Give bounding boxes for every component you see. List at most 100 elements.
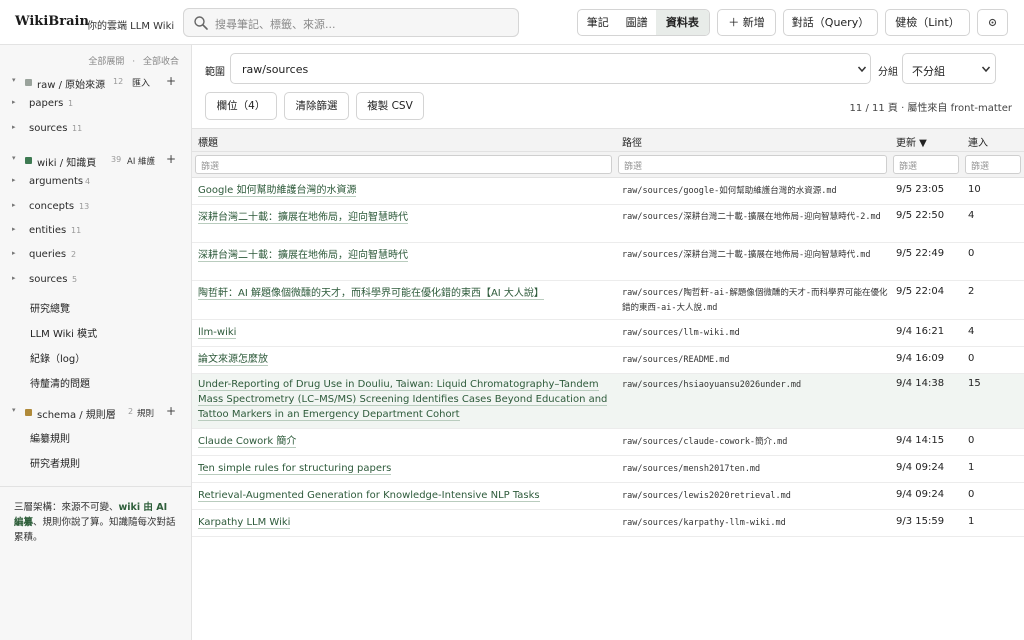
group-color-swatch <box>25 409 32 416</box>
tab-graph[interactable]: 圖譜 <box>617 10 655 35</box>
sidebar-item-wiki-sources[interactable]: ▸ sources 5 <box>0 271 192 291</box>
table-row[interactable]: Retrieval-Augmented Generation for Knowl… <box>192 483 1024 510</box>
row-title-text: Retrieval-Augmented Generation for Knowl… <box>198 490 540 502</box>
table-row-highlighted[interactable]: Under-Reporting of Drug Use in Douliu, T… <box>192 374 1024 429</box>
import-link[interactable]: 匯入 <box>132 76 150 89</box>
title-filter-input[interactable]: 篩選 <box>195 155 612 174</box>
row-path: raw/sources/google-如何幫助維護台灣的水資源.md <box>622 186 837 196</box>
sidebar-item-arguments[interactable]: ▸ arguments 4 <box>0 173 192 193</box>
lint-button[interactable]: 健檢（Lint） <box>885 9 970 36</box>
path-filter-input[interactable]: 篩選 <box>618 155 887 174</box>
sidebar-page-llm-wiki-mode[interactable]: LLM Wiki 模式 <box>30 325 97 340</box>
table-row[interactable]: 深耕台灣二十載：擴展在地佈局，迎向智慧時代 raw/sources/深耕台灣二十… <box>192 243 1024 281</box>
add-button[interactable]: ＋ 新增 <box>717 9 776 36</box>
sidebar-group-raw[interactable]: ▾ raw / 原始來源 12 匯入 + <box>0 73 192 93</box>
row-updated: 9/4 09:24 <box>896 462 945 473</box>
row-title-link[interactable]: 深耕台灣二十載：擴展在地佈局，迎向智慧時代 <box>198 248 610 263</box>
sidebar-item-raw-sources[interactable]: ▸ sources 11 <box>0 120 192 140</box>
architecture-note: 三層架構：來源不可變、wiki 由 AI 編纂、規則你說了算。知識隨每次對話累積… <box>14 500 179 545</box>
group-select[interactable]: 不分組 <box>902 53 996 84</box>
clear-filters-button[interactable]: 清除篩選 <box>284 92 349 120</box>
chevron-right-icon: ▸ <box>12 225 16 233</box>
row-updated: 9/4 16:21 <box>896 326 945 337</box>
table-row[interactable]: Claude Cowork 簡介 raw/sources/claude-cowo… <box>192 429 1024 456</box>
search-input[interactable]: 搜尋筆記、標籤、來源... <box>183 8 519 37</box>
sidebar-page-research-overview[interactable]: 研究總覽 <box>30 300 70 315</box>
row-links: 0 <box>968 353 975 364</box>
column-header-title[interactable]: 標題 <box>198 134 218 149</box>
sidebar-item-entities[interactable]: ▸ entities 11 <box>0 222 192 242</box>
row-title-link[interactable]: Karpathy LLM Wiki <box>198 515 610 530</box>
settings-button[interactable] <box>977 9 1008 36</box>
table-row[interactable]: Ten simple rules for structuring papers … <box>192 456 1024 483</box>
filter-placeholder: 篩選 <box>624 162 643 172</box>
updated-filter-input[interactable]: 篩選 <box>893 155 959 174</box>
sidebar-item-papers[interactable]: ▸ papers 1 <box>0 95 192 115</box>
add-icon[interactable]: + <box>166 152 176 166</box>
fields-button[interactable]: 欄位（4） <box>205 92 277 120</box>
column-header-updated[interactable]: 更新 ▼ <box>896 134 927 149</box>
expand-all-link[interactable]: 全部展開 <box>88 57 124 67</box>
row-title-text: Google 如何幫助維護台灣的水資源 <box>198 185 357 197</box>
table-row[interactable]: 陶哲軒：AI 解題像個微醺的天才，而科學界可能在優化錯的東西【AI 大人說】 r… <box>192 281 1024 320</box>
row-title-link[interactable]: Google 如何幫助維護台灣的水資源 <box>198 183 610 198</box>
row-title-link[interactable]: llm-wiki <box>198 325 610 340</box>
sidebar-item-count: 11 <box>72 124 83 133</box>
table-row[interactable]: llm-wiki raw/sources/llm-wiki.md 9/4 16:… <box>192 320 1024 347</box>
chevron-right-icon: ▸ <box>12 249 16 257</box>
sidebar-page-log[interactable]: 紀錄（log） <box>30 350 85 365</box>
row-title-link[interactable]: Retrieval-Augmented Generation for Knowl… <box>198 488 610 503</box>
table-row[interactable]: Karpathy LLM Wiki raw/sources/karpathy-l… <box>192 510 1024 537</box>
sidebar-item-concepts[interactable]: ▸ concepts 13 <box>0 198 192 218</box>
row-title-link[interactable]: Under-Reporting of Drug Use in Douliu, T… <box>198 377 610 422</box>
column-header-links[interactable]: 連入 <box>968 134 988 149</box>
row-path: raw/sources/陶哲軒-ai-解題像個微醺的天才-而科學界可能在優化錯的… <box>622 288 888 313</box>
row-updated: 9/5 22:04 <box>896 286 945 297</box>
sidebar-group-count: 39 <box>111 155 122 164</box>
rules-link[interactable]: 規則 <box>137 407 154 419</box>
app-logo[interactable]: WikiBrain <box>15 14 89 29</box>
row-path: raw/sources/karpathy-llm-wiki.md <box>622 518 786 528</box>
row-path: raw/sources/lewis2020retrieval.md <box>622 491 791 501</box>
collapse-all-link[interactable]: 全部收合 <box>143 57 179 67</box>
add-icon[interactable]: + <box>166 74 176 88</box>
sidebar-group-label: wiki / 知識頁 <box>37 158 97 169</box>
sidebar-item-count: 4 <box>85 177 91 186</box>
table-row[interactable]: Google 如何幫助維護台灣的水資源 raw/sources/google-如… <box>192 178 1024 205</box>
row-updated: 9/4 14:38 <box>896 378 945 389</box>
ai-maintain-link[interactable]: AI 維護 <box>127 155 155 167</box>
sidebar-divider <box>0 486 191 487</box>
row-title-link[interactable]: 深耕台灣二十載：擴展在地佈局，迎向智慧時代 <box>198 210 610 225</box>
row-updated: 9/5 23:05 <box>896 184 945 195</box>
scope-select[interactable]: raw/sources <box>230 53 871 84</box>
sidebar-group-wiki[interactable]: ▾ wiki / 知識頁 39 AI 維護 + <box>0 151 192 171</box>
sidebar-item-label: arguments <box>29 176 84 187</box>
row-title-link[interactable]: Claude Cowork 簡介 <box>198 434 610 449</box>
sidebar-page-open-questions[interactable]: 待釐清的問題 <box>30 375 90 390</box>
sidebar-group-schema[interactable]: ▾ schema / 規則層 2 規則 + <box>0 403 192 423</box>
row-title-link[interactable]: 陶哲軒：AI 解題像個微醺的天才，而科學界可能在優化錯的東西【AI 大人說】 <box>198 286 610 301</box>
row-title-link[interactable]: Ten simple rules for structuring papers <box>198 461 610 476</box>
tab-datatable[interactable]: 資料表 <box>655 10 709 35</box>
links-filter-input[interactable]: 篩選 <box>965 155 1021 174</box>
row-links: 2 <box>968 286 975 297</box>
table-row[interactable]: 深耕台灣二十載：擴展在地佈局，迎向智慧時代 raw/sources/深耕台灣二十… <box>192 205 1024 243</box>
sidebar-item-label: papers <box>29 98 64 109</box>
query-button[interactable]: 對話（Query） <box>783 9 878 36</box>
tab-notes[interactable]: 筆記 <box>578 10 617 35</box>
row-links: 1 <box>968 462 975 473</box>
sidebar-page-compile-rules[interactable]: 編纂規則 <box>30 430 70 445</box>
table-row[interactable]: 論文來源怎麼放 raw/sources/README.md 9/4 16:09 … <box>192 347 1024 374</box>
sidebar-item-queries[interactable]: ▸ queries 2 <box>0 246 192 266</box>
filter-row: 篩選 篩選 篩選 篩選 <box>192 152 1024 178</box>
chevron-right-icon: ▸ <box>12 201 16 209</box>
row-title-link[interactable]: 論文來源怎麼放 <box>198 352 610 367</box>
sidebar-page-researcher-rules[interactable]: 研究者規則 <box>30 455 80 470</box>
row-links: 10 <box>968 184 981 195</box>
column-header-path[interactable]: 路徑 <box>622 134 642 149</box>
copy-csv-button[interactable]: 複製 CSV <box>356 92 424 120</box>
add-icon[interactable]: + <box>166 404 176 418</box>
group-label: 分組 <box>878 67 898 78</box>
chevron-down-icon <box>857 66 867 73</box>
row-links: 0 <box>968 248 975 259</box>
